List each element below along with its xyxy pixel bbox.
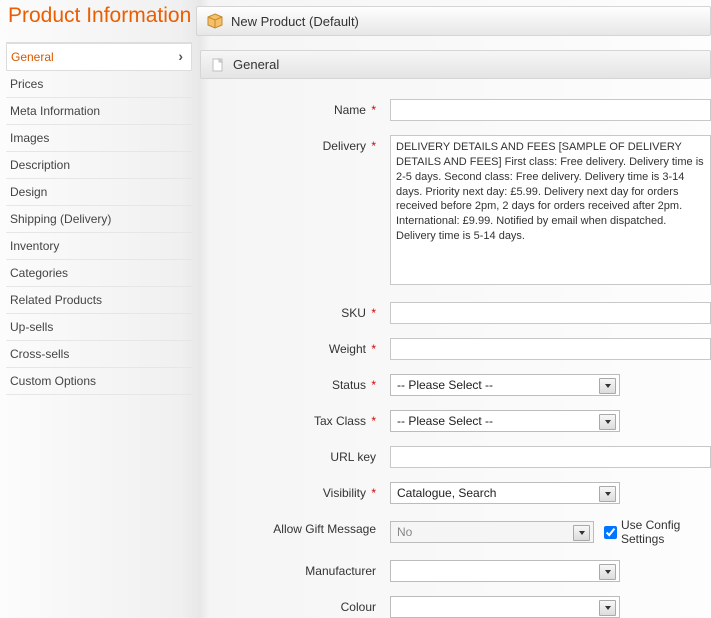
sku-input[interactable]	[390, 302, 711, 324]
sidebar-item-inventory[interactable]: Inventory	[6, 233, 192, 260]
manufacturer-select[interactable]	[390, 560, 620, 582]
form: Name * Delivery * SKU * Weight * Status …	[200, 99, 711, 618]
sidebar-item-meta-information[interactable]: Meta Information	[6, 98, 192, 125]
label-name: Name *	[200, 99, 390, 117]
visibility-select[interactable]: Catalogue, Search	[390, 482, 620, 504]
label-status: Status *	[200, 374, 390, 392]
label-delivery: Delivery *	[200, 135, 390, 153]
section-title: General	[233, 57, 279, 72]
colour-select[interactable]	[390, 596, 620, 618]
sidebar-item-general[interactable]: General	[6, 43, 192, 71]
label-colour: Colour	[200, 596, 390, 614]
label-allow-gift: Allow Gift Message	[200, 518, 390, 536]
use-config-label: Use Config Settings	[621, 518, 711, 546]
sidebar-item-prices[interactable]: Prices	[6, 71, 192, 98]
sidebar-item-categories[interactable]: Categories	[6, 260, 192, 287]
status-select[interactable]: -- Please Select --	[390, 374, 620, 396]
label-manufacturer: Manufacturer	[200, 560, 390, 578]
sidebar-item-related-products[interactable]: Related Products	[6, 287, 192, 314]
label-visibility: Visibility *	[200, 482, 390, 500]
use-config-row: Use Config Settings	[604, 518, 711, 546]
label-tax-class: Tax Class *	[200, 410, 390, 428]
label-sku: SKU *	[200, 302, 390, 320]
sidebar-item-cross-sells[interactable]: Cross-sells	[6, 341, 192, 368]
page-header-bar: New Product (Default)	[196, 6, 711, 36]
sidebar-title: Product Information	[6, 4, 192, 28]
name-input[interactable]	[390, 99, 711, 121]
document-icon	[211, 58, 225, 72]
allow-gift-select[interactable]: No	[390, 521, 594, 543]
delivery-textarea[interactable]	[390, 135, 711, 285]
label-weight: Weight *	[200, 338, 390, 356]
tax-class-select[interactable]: -- Please Select --	[390, 410, 620, 432]
sidebar: Product Information General Prices Meta …	[0, 0, 198, 395]
sidebar-item-description[interactable]: Description	[6, 152, 192, 179]
sidebar-item-up-sells[interactable]: Up-sells	[6, 314, 192, 341]
sidebar-item-images[interactable]: Images	[6, 125, 192, 152]
package-icon	[207, 13, 223, 29]
label-url-key: URL key	[200, 446, 390, 464]
main-panel: New Product (Default) General Name * Del…	[200, 6, 711, 600]
sidebar-item-shipping[interactable]: Shipping (Delivery)	[6, 206, 192, 233]
weight-input[interactable]	[390, 338, 711, 360]
sidebar-item-custom-options[interactable]: Custom Options	[6, 368, 192, 395]
url-key-input[interactable]	[390, 446, 711, 468]
page-title: New Product (Default)	[231, 14, 359, 29]
sidebar-item-design[interactable]: Design	[6, 179, 192, 206]
section-header-bar: General	[200, 50, 711, 79]
use-config-checkbox[interactable]	[604, 526, 617, 539]
sidebar-nav: General Prices Meta Information Images D…	[6, 42, 192, 395]
